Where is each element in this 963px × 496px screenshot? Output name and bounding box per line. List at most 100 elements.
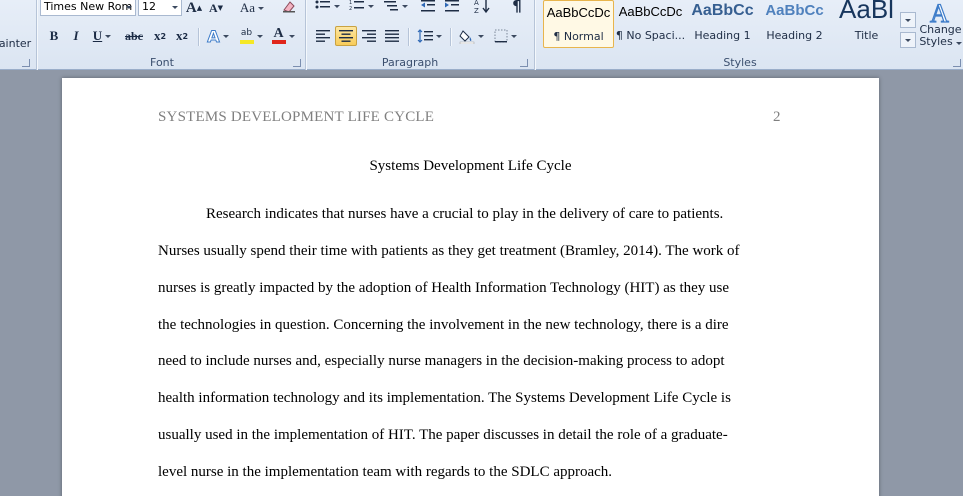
style-sample: AaBbCcDc [546,5,611,20]
borders-button[interactable] [490,26,520,46]
multilevel-list-icon [383,1,398,11]
body-line: usually used in the implementation of HI… [158,427,728,443]
subscript-button[interactable]: x2 [150,26,170,46]
style-normal[interactable]: AaBbCcDc ¶ Normal [543,0,614,48]
change-case-icon: Aa [239,0,256,15]
paragraph-row-separator [408,28,409,46]
style-heading-2[interactable]: AaBbCc Heading 2 [759,0,830,48]
grow-font-button[interactable]: A ▲ [184,0,204,18]
text-effects-icon: A [207,26,220,46]
increase-indent-button[interactable] [442,0,462,16]
style-sample: AaBbCc [691,2,754,19]
font-name-value: Times New Rom [44,0,133,13]
sort-icon: AZ [474,0,490,14]
numbering-button[interactable]: 12 [346,0,376,16]
shading-button[interactable] [456,26,486,46]
grow-font-icon: A [185,0,197,16]
superscript-button[interactable]: x2 [172,26,192,46]
styles-dialog-launcher[interactable] [953,59,961,67]
style-heading-1[interactable]: AaBbCc Heading 1 [687,0,758,48]
styles-gallery: AaBbCcDc ¶ Normal AaBbCcDc ¶ No Spaci...… [540,0,900,50]
svg-text:A: A [474,0,479,7]
align-left-icon [316,30,330,42]
body-line: level nurse in the implementation team w… [158,464,613,480]
paragraph-row-separator [450,28,451,46]
shrink-font-button[interactable]: A ▼ [206,0,226,18]
decrease-indent-button[interactable] [418,0,438,16]
strikethrough-icon: abc [125,28,143,43]
show-hide-formatting-button[interactable]: ¶ [506,0,528,16]
body-line: nurses is greatly impacted by the adopti… [158,280,730,296]
strikethrough-button[interactable]: abc [120,26,148,46]
paragraph-group-label: Paragraph [381,56,439,69]
bold-button[interactable]: B [44,26,64,46]
borders-icon [494,29,507,43]
highlight-button[interactable]: ab [236,26,266,46]
pilcrow-icon: ¶ [512,0,522,15]
text-effects-button[interactable]: A [204,26,232,46]
style-sample: AaBbCc [765,2,824,19]
style-sample: AaBl [839,0,894,24]
change-styles-icon: A [929,0,949,24]
numbering-icon: 12 [349,0,364,12]
justify-button[interactable] [381,26,403,46]
style-name: Heading 1 [694,29,751,42]
font-color-button[interactable]: A [268,26,298,46]
underline-button[interactable]: U [88,26,116,46]
justify-icon [385,30,399,42]
shading-icon [458,30,474,44]
styles-more-button[interactable] [900,32,916,48]
multilevel-list-button[interactable] [380,0,410,16]
align-left-button[interactable] [312,26,334,46]
align-center-button[interactable] [335,26,357,46]
body-line: health information technology and its im… [158,390,731,406]
body-line: the technologies in question. Concerning… [158,317,729,333]
paragraph-dialog-launcher[interactable] [520,59,528,67]
clear-formatting-button[interactable] [278,0,300,16]
line-spacing-button[interactable] [414,26,444,46]
svg-text:2: 2 [349,6,352,12]
font-color-icon: A [271,27,286,44]
increase-indent-icon [445,0,459,12]
body-line: Research indicates that nurses have a cr… [206,206,724,222]
document-page[interactable]: SYSTEMS DEVELOPMENT LIFE CYCLE 2 Systems… [62,78,879,496]
change-case-button[interactable]: Aa [238,0,266,18]
style-no-spacing[interactable]: AaBbCcDc ¶ No Spaci... [615,0,686,48]
font-size-combo[interactable]: 12 [138,0,182,16]
change-styles-label-2: Styles [919,36,962,48]
underline-icon: U [92,28,103,43]
line-spacing-icon [417,29,433,43]
align-right-icon [362,30,376,42]
style-title[interactable]: AaBl Title [831,0,902,48]
align-center-icon [339,30,353,42]
font-row-separator [198,28,199,46]
document-area: SYSTEMS DEVELOPMENT LIFE CYCLE 2 Systems… [0,70,963,496]
style-name: ¶ No Spaci... [615,29,686,42]
ribbon: ainter Times New Rom 12 A ▲ A ▼ Aa B I U a… [0,0,963,70]
clipboard-dialog-launcher[interactable] [22,59,30,67]
format-painter-button[interactable]: ainter [0,33,32,53]
bold-icon: B [49,28,59,43]
highlight-icon: ab [239,28,254,44]
bullets-button[interactable] [312,0,342,16]
bullets-icon [315,0,330,9]
body-line: need to include nurses and, especially n… [158,353,725,369]
font-dialog-launcher[interactable] [293,59,301,67]
font-name-combo[interactable]: Times New Rom [40,0,136,16]
style-name: Heading 2 [766,29,823,42]
font-name-dropdown[interactable] [123,0,135,15]
italic-button[interactable]: I [66,26,86,46]
sort-button[interactable]: AZ [472,0,492,16]
font-size-value: 12 [142,0,156,13]
decrease-indent-icon [421,0,435,12]
page-number: 2 [773,109,781,125]
styles-scroll-up[interactable] [900,12,916,28]
group-separator [305,0,306,70]
italic-icon: I [73,28,79,43]
style-name: ¶ Normal [553,30,604,43]
running-header: SYSTEMS DEVELOPMENT LIFE CYCLE [158,109,435,125]
font-size-dropdown[interactable] [169,0,181,15]
group-separator [36,0,37,70]
change-styles-button[interactable]: A Change Styles [918,0,963,54]
align-right-button[interactable] [358,26,380,46]
